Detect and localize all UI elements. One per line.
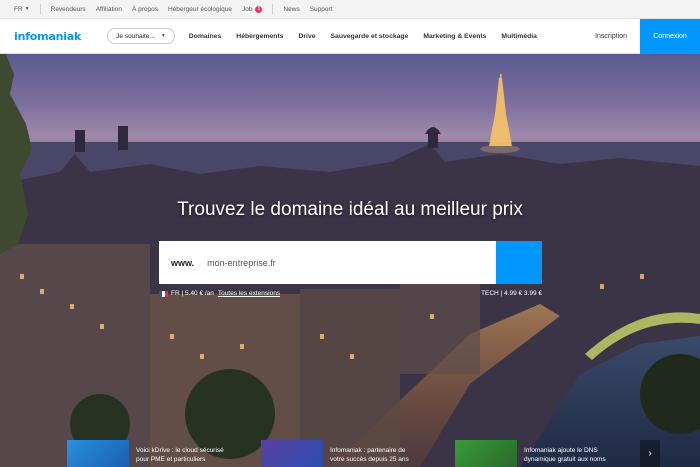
domain-search-input[interactable]: www. mon-entreprise.fr — [159, 241, 496, 284]
tech-extension-price: TECH | 4.99 € 3.99 € — [481, 290, 542, 297]
anniversary-thumbnail — [261, 440, 323, 467]
nav-domaines[interactable]: Domaines — [189, 33, 221, 40]
www-prefix: www. — [171, 257, 195, 268]
extension-prices: FR | 5.40 € /an Toutes les extensions TE… — [159, 290, 542, 297]
hero-banner: Trouvez le domaine idéal au meilleur pri… — [0, 54, 700, 467]
news-card[interactable]: Infomaniak : partenaire de votre succès … — [261, 440, 409, 467]
nav-marketing[interactable]: Marketing & Events — [423, 33, 486, 40]
news-title-line: votre succès depuis 25 ans — [330, 455, 409, 463]
topbar-link-revendeurs[interactable]: Revendeurs — [51, 6, 86, 13]
main-header: infomaniak Je souhaite... ▼ Domaines Héb… — [0, 19, 700, 54]
chevron-right-icon: › — [648, 448, 652, 459]
topbar-link-news[interactable]: News — [283, 6, 299, 13]
caret-down-icon: ▼ — [24, 6, 30, 12]
news-card[interactable]: Infomaniak ajoute le DNS dynamique gratu… — [455, 440, 606, 467]
hero-headline: Trouvez le domaine idéal au meilleur pri… — [177, 199, 523, 220]
connexion-button[interactable]: Connexion — [640, 19, 700, 54]
news-carousel: Voici kDrive : le cloud sécurisé pour PM… — [0, 440, 700, 467]
topbar-link-a-propos[interactable]: À propos — [132, 6, 158, 13]
topbar-link-support[interactable]: Support — [310, 6, 333, 13]
job-label: Job — [241, 5, 253, 13]
fr-price: 5.40 € /an — [184, 290, 214, 297]
news-title-line: Voici kDrive : le cloud sécurisé — [136, 447, 224, 454]
all-extensions-link[interactable]: Toutes les extensions — [218, 290, 280, 297]
divider — [39, 4, 41, 14]
news-title-line: Infomaniak ajoute le DNS — [524, 447, 598, 454]
search-button[interactable] — [159, 241, 542, 284]
domain-placeholder: mon-entreprise.fr — [207, 257, 276, 268]
language-label: FR — [14, 5, 23, 13]
fr-extension: FR | 5.40 € /an Toutes les extensions — [159, 290, 280, 297]
carousel-next-button[interactable]: › — [640, 440, 660, 467]
kdrive-thumbnail — [67, 440, 129, 467]
dns-thumbnail — [455, 440, 517, 467]
nav-multimedia[interactable]: Multimédia — [501, 33, 537, 40]
topbar-link-job[interactable]: Job 1 — [241, 5, 263, 13]
chevron-down-icon: ▼ — [160, 33, 166, 39]
france-flag-icon — [159, 290, 168, 297]
news-title-line: pour PME et particuliers — [136, 455, 206, 463]
intent-dropdown-label: Je souhaite... — [116, 32, 155, 40]
utility-bar: FR ▼ Revendeurs Affiliation À propos Héb… — [0, 0, 700, 19]
divider — [272, 4, 274, 14]
news-title-line: dynamique gratuit aux noms — [524, 455, 606, 463]
job-count-badge: 1 — [255, 5, 263, 13]
domain-search-bar: www. mon-entreprise.fr — [159, 241, 542, 284]
language-selector[interactable]: FR ▼ — [14, 6, 30, 13]
news-card-text: Infomaniak : partenaire de votre succès … — [330, 447, 409, 465]
topbar-link-affiliation[interactable]: Affiliation — [96, 6, 122, 13]
intent-dropdown[interactable]: Je souhaite... ▼ — [107, 28, 175, 44]
nav-drive[interactable]: Drive — [299, 33, 316, 40]
nav-hebergements[interactable]: Hébergements — [236, 33, 283, 40]
topbar-link-hebergeur-ecologique[interactable]: Hébergeur écologique — [168, 6, 232, 13]
news-card-text: Voici kDrive : le cloud sécurisé pour PM… — [136, 447, 224, 465]
search-icon — [159, 241, 169, 251]
fr-tld: FR — [171, 290, 180, 297]
infomaniak-logo[interactable]: infomaniak — [14, 30, 81, 43]
news-card[interactable]: Voici kDrive : le cloud sécurisé pour PM… — [67, 440, 224, 467]
main-nav: Domaines Hébergements Drive Sauvegarde e… — [189, 33, 552, 40]
news-title-line: Infomaniak : partenaire de — [330, 447, 406, 454]
news-card-text: Infomaniak ajoute le DNS dynamique gratu… — [524, 447, 606, 465]
nav-sauvegarde[interactable]: Sauvegarde et stockage — [331, 33, 409, 40]
inscription-link[interactable]: Inscription — [595, 19, 627, 54]
